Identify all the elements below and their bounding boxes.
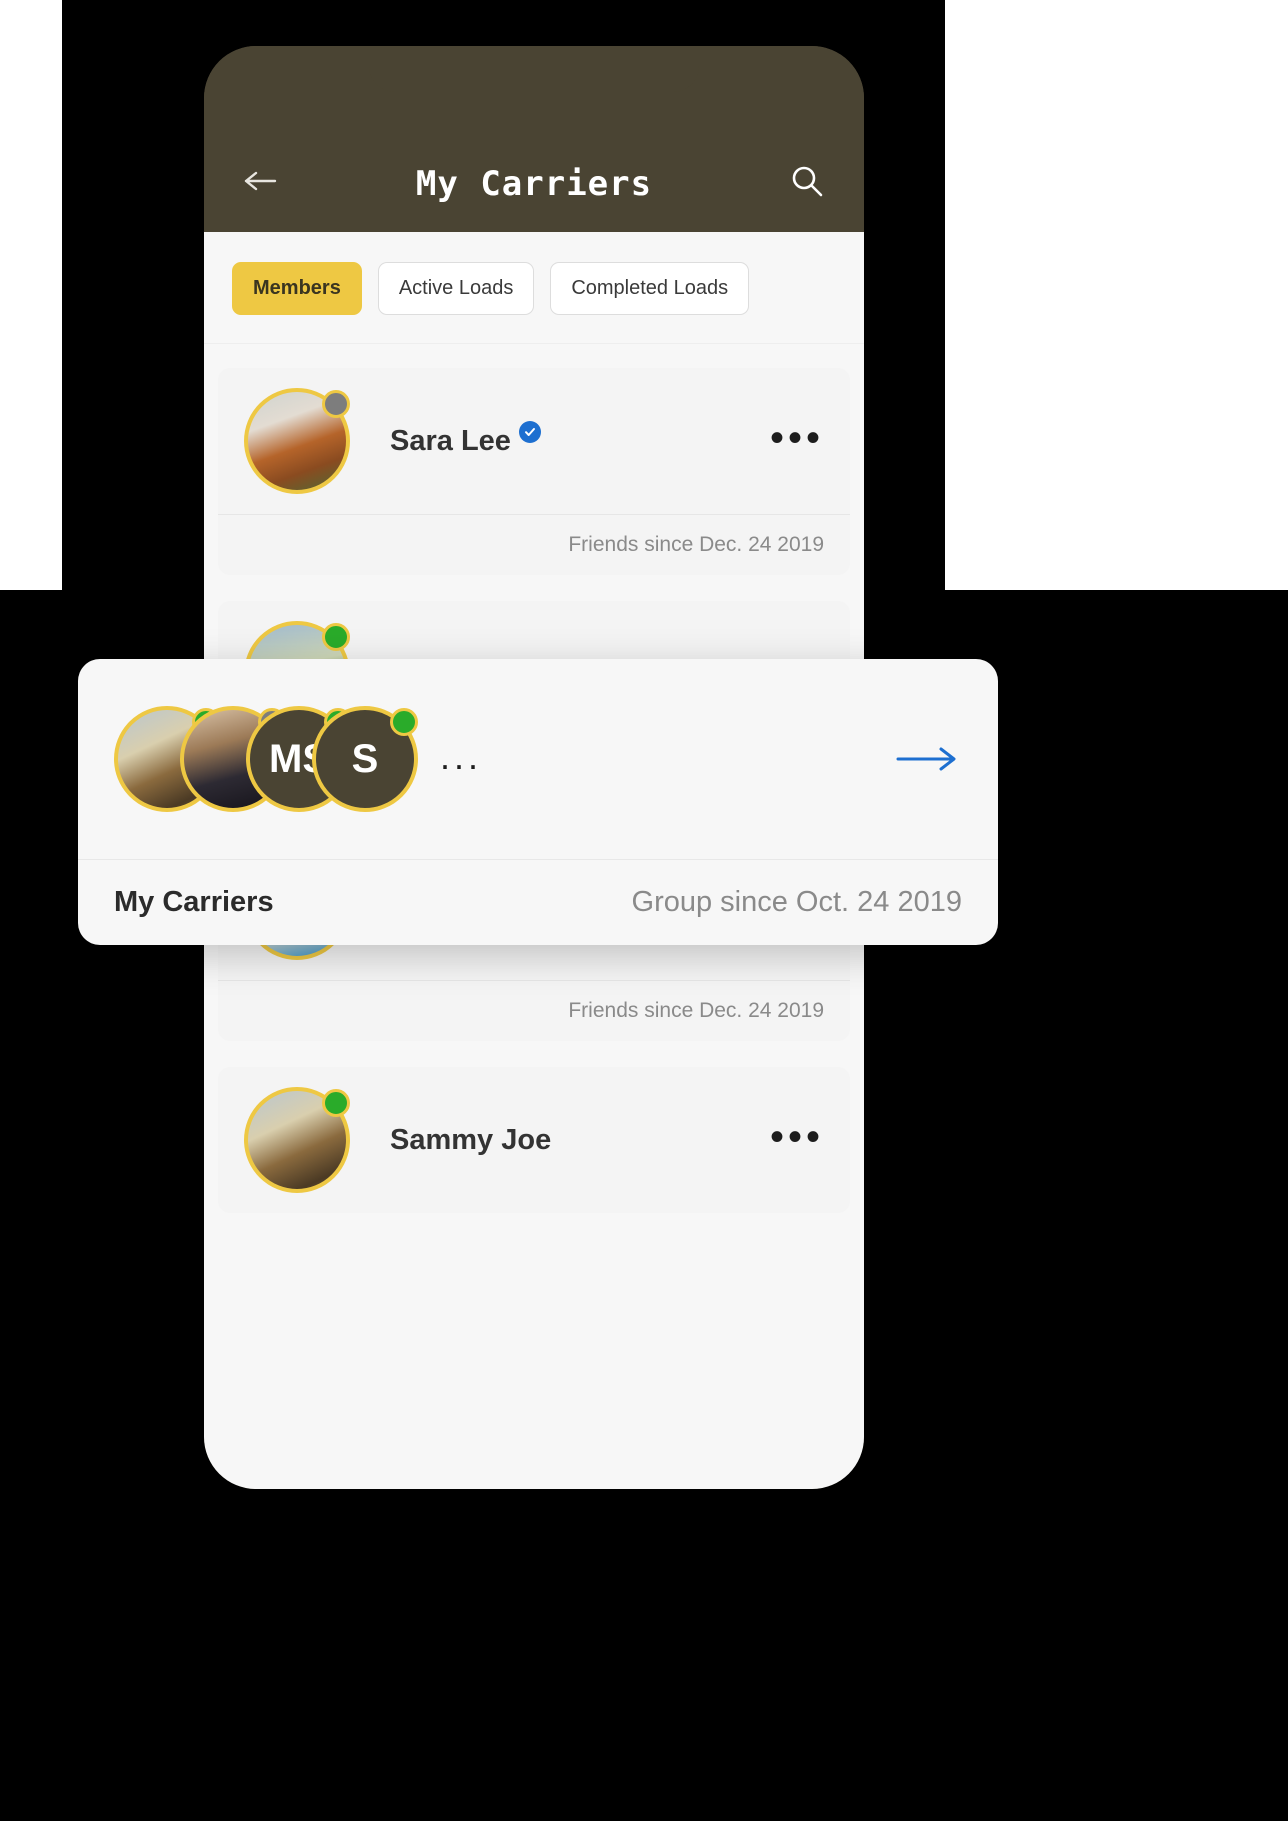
avatar-stack: MS S — [114, 706, 418, 812]
page-title: My Carriers — [415, 164, 653, 204]
tab-members[interactable]: Members — [232, 262, 362, 315]
tab-bar: Members Active Loads Completed Loads — [204, 232, 864, 344]
status-dot-offline — [322, 390, 350, 418]
back-button[interactable] — [238, 158, 284, 204]
tab-completed-loads-label: Completed Loads — [571, 277, 729, 299]
member-card-sara-lee[interactable]: Sara Lee ••• Friends since Dec. 24 2019 — [218, 368, 850, 575]
group-open-button[interactable] — [892, 734, 962, 784]
status-dot-online — [322, 623, 350, 651]
arrow-right-icon — [896, 747, 956, 771]
arrow-left-icon — [244, 171, 277, 191]
group-card-overlay[interactable]: MS S ... My Carriers Group since Oct. 24… — [78, 659, 998, 945]
tab-members-label: Members — [253, 277, 341, 299]
member-row: Sara Lee ••• — [218, 368, 850, 514]
group-since-label: Group since Oct. 24 2019 — [631, 886, 962, 918]
member-footer-status: Friends since Dec. 24 2019 — [218, 980, 850, 1041]
phone-notch — [369, 46, 699, 92]
search-button[interactable] — [784, 158, 830, 204]
group-card-main: MS S ... — [78, 659, 998, 859]
avatar[interactable] — [244, 1087, 350, 1193]
group-card-footer: My Carriers Group since Oct. 24 2019 — [78, 859, 998, 945]
avatar[interactable] — [244, 388, 350, 494]
stack-avatar-4[interactable]: S — [312, 706, 418, 812]
member-name: Sammy Joe — [390, 1123, 552, 1156]
group-title: My Carriers — [114, 886, 274, 918]
member-footer-status: Friends since Dec. 24 2019 — [218, 514, 850, 575]
member-name-area: Sammy Joe — [350, 1124, 770, 1157]
status-dot-online — [390, 708, 418, 736]
member-row: Sammy Joe ••• — [218, 1067, 850, 1213]
member-card-sammy-joe[interactable]: Sammy Joe ••• — [218, 1067, 850, 1213]
member-name: Sara Lee — [390, 424, 511, 457]
tab-active-loads-label: Active Loads — [398, 277, 514, 299]
tab-active-loads[interactable]: Active Loads — [377, 262, 535, 315]
status-dot-online — [322, 1089, 350, 1117]
member-menu-button[interactable]: ••• — [770, 1117, 824, 1157]
avatar-stack-more-label: ... — [440, 735, 483, 777]
verified-badge-icon — [518, 421, 541, 443]
member-name-area: Sara Lee — [350, 421, 770, 461]
member-menu-button[interactable]: ••• — [770, 418, 824, 458]
search-icon — [792, 166, 823, 197]
tab-completed-loads[interactable]: Completed Loads — [550, 262, 750, 315]
